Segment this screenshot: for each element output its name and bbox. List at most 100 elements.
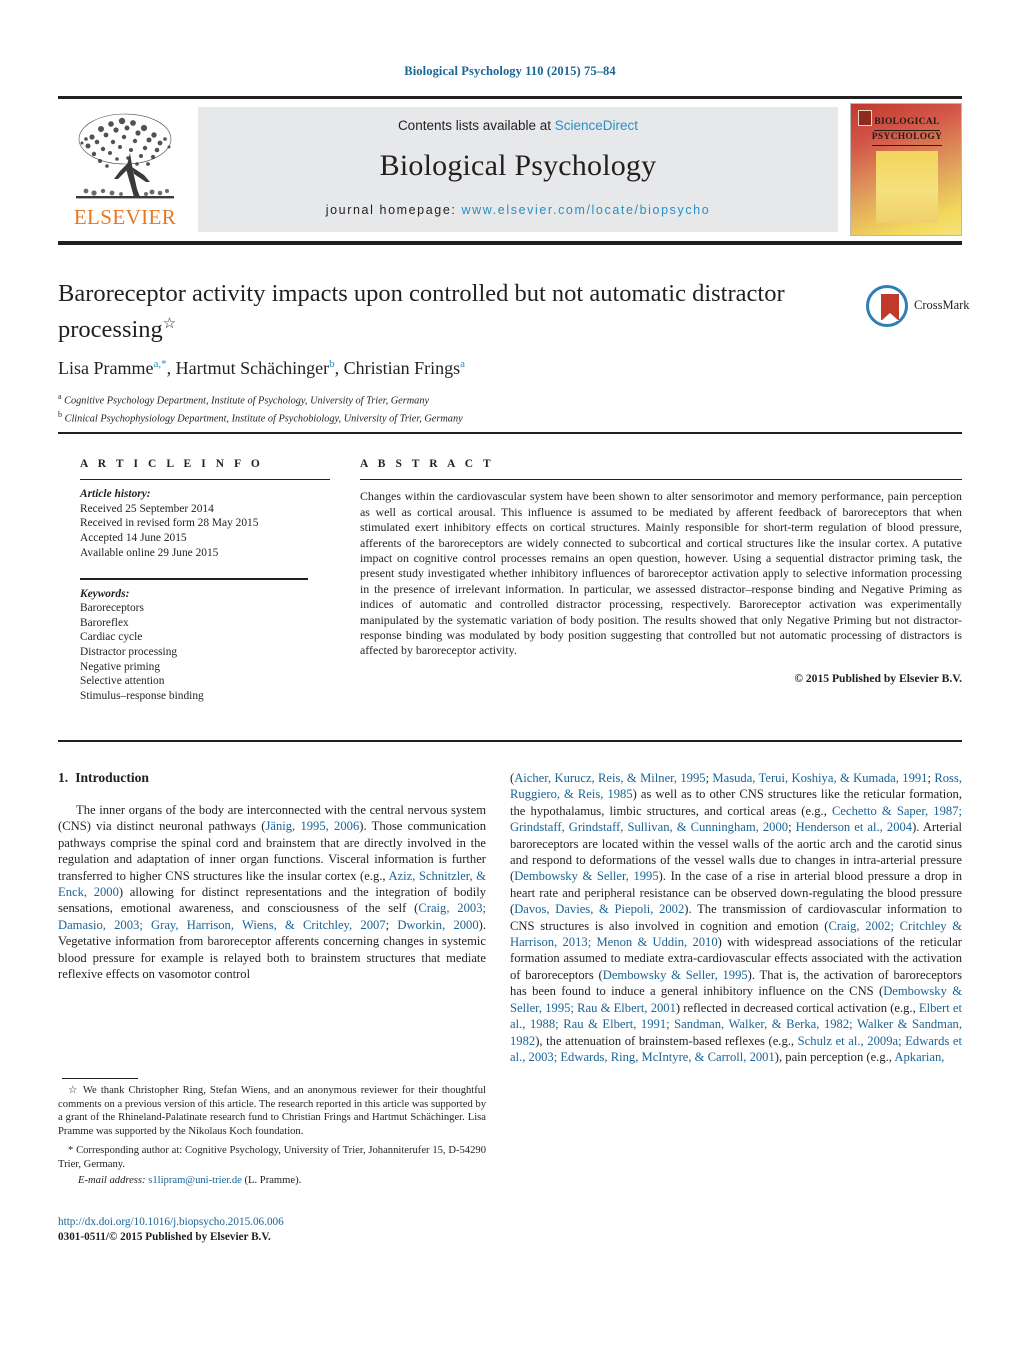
body-text: ; [788,820,796,835]
citation-link[interactable]: Dworkin, 2000 [397,918,478,932]
crossmark-label: CrossMark [914,298,970,312]
citation-link[interactable]: Aicher, Kurucz, Reis, & Milner, 1995 [514,771,705,785]
running-head: Biological Psychology 110 (2015) 75–84 [404,64,616,78]
keyword-1: Baroreflex [80,616,129,629]
history-item-1: Received in revised form 28 May 2015 [80,517,259,530]
article-info-heading: A R T I C L E I N F O [80,458,264,470]
article-title-text: Baroreceptor activity impacts upon contr… [58,280,785,344]
keywords-group: Keywords: Baroreceptors Baroreflex Cardi… [80,587,330,704]
crossmark-icon [866,285,908,327]
affiliation-b-marker: b [58,410,62,420]
section-heading-introduction: 1. Introduction [58,770,486,786]
footnote-block: ☆ We thank Christopher Ring, Stefan Wien… [58,1084,486,1187]
body-column-right: (Aicher, Kurucz, Reis, & Milner, 1995; M… [510,770,962,1065]
affiliation-b-text: Clinical Psychophysiology Department, In… [64,413,463,425]
intro-paragraph-left: The inner organs of the body are interco… [58,802,486,982]
contents-available-line: Contents lists available at ScienceDirec… [398,118,638,133]
page-title: Baroreceptor activity impacts upon contr… [58,278,848,345]
footnote-corresponding-author: * Corresponding author at: Cognitive Psy… [58,1144,486,1171]
author-list: Lisa Prammea,*, Hartmut Schächingerb, Ch… [58,358,465,379]
keyword-2: Cardiac cycle [80,631,143,644]
affiliation-a: a Cognitive Psychology Department, Insti… [58,390,848,408]
history-item-0: Received 25 September 2014 [80,502,214,515]
issn-copyright-line: 0301-0511/© 2015 Published by Elsevier B… [58,1230,271,1243]
article-info-column: A R T I C L E I N F O Article history: R… [80,458,330,703]
abstract-section-rule [58,740,962,742]
body-text: ) reflected in decreased cortical activa… [675,1000,919,1015]
citation-link[interactable]: Henderson et al., 2004 [796,820,912,834]
history-item-3: Available online 29 June 2015 [80,546,219,559]
paper-page: Biological Psychology 110 (2015) 75–84 E… [0,0,1020,1351]
elsevier-logo: ELSEVIER [66,105,184,235]
article-history-label: Article history: [80,488,151,501]
contents-prefix: Contents lists available at [397,118,555,133]
author-sup-3: a [460,358,465,371]
intro-paragraph-right: (Aicher, Kurucz, Reis, & Milner, 1995; M… [510,770,962,1065]
journal-homepage-line: journal homepage: www.elsevier.com/locat… [326,203,711,217]
elsevier-wordmark: ELSEVIER [73,205,177,229]
affiliation-a-marker: a [58,392,62,402]
journal-title: Biological Psychology [379,149,657,182]
abstract-column: A B S T R A C T Changes within the cardi… [360,458,962,685]
cover-title: BIOLOGICAL PSYCHOLOGY [851,116,961,146]
abstract-copyright: © 2015 Published by Elsevier B.V. [794,671,962,685]
header-rule-bottom [58,241,962,245]
body-text: ; [385,917,398,932]
footnote-acknowledgement-text: We thank Christopher Ring, Stefan Wiens,… [58,1085,486,1137]
keyword-0: Baroreceptors [80,602,144,615]
keyword-5: Selective attention [80,675,165,688]
crossmark-notch-shape [881,313,899,321]
masthead-banner: Contents lists available at ScienceDirec… [198,107,838,232]
citation-link[interactable]: Dembowsky & Seller, 1995 [603,968,748,982]
citation-link[interactable]: Davos, Davies, & Piepoli, 2002 [514,902,684,916]
article-info-underline [80,479,330,481]
history-item-2: Accepted 14 June 2015 [80,532,187,545]
citation-link[interactable]: Apkarian, [894,1050,944,1064]
keywords-divider [80,578,308,580]
title-block: Baroreceptor activity impacts upon contr… [58,278,848,426]
abstract-heading: A B S T R A C T [360,458,495,470]
email-link[interactable]: s1lipram@uni-trier.de [148,1175,242,1186]
abstract-underline [360,479,962,481]
crossmark-badge[interactable]: CrossMark [866,285,970,329]
citation-link[interactable]: Jänig, 1995, 2006 [265,819,359,833]
journal-masthead: ELSEVIER Contents lists available at Sci… [58,103,962,236]
doi-link[interactable]: http://dx.doi.org/10.1016/j.biopsycho.20… [58,1215,486,1230]
footnote-divider [62,1078,138,1080]
cover-title-line2: PSYCHOLOGY [851,131,961,146]
footer-block: http://dx.doi.org/10.1016/j.biopsycho.20… [58,1215,486,1244]
keyword-3: Distractor processing [80,645,178,658]
citation-link[interactable]: Masuda, Terui, Koshiya, & Kumada, 1991 [712,771,927,785]
author-sup-2: b [329,358,335,371]
author-name-2[interactable]: Hartmut Schächinger [176,358,329,378]
footnote-asterisk-marker: * [68,1145,74,1157]
journal-cover-thumbnail: BIOLOGICAL PSYCHOLOGY [850,103,962,236]
email-label: E-mail address: [78,1174,146,1186]
author-name-1[interactable]: Lisa Pramme [58,358,153,378]
citation-link[interactable]: Dembowsky & Seller, 1995 [514,869,658,883]
elsevier-tree-icon [76,113,174,199]
article-history-group: Article history: Received 25 September 2… [80,487,330,560]
email-suffix: (L. Pramme). [244,1174,302,1186]
section-title: Introduction [75,770,149,785]
author-name-3[interactable]: Christian Frings [344,358,461,378]
affiliation-list: a Cognitive Psychology Department, Insti… [58,390,848,426]
cover-inner-panel [876,151,938,223]
keywords-label: Keywords: [80,587,130,600]
abstract-text: Changes within the cardiovascular system… [360,489,962,658]
author-sup-1: a,* [153,358,167,371]
affiliation-b: b Clinical Psychophysiology Department, … [58,408,848,426]
footnote-star-marker: ☆ [68,1085,79,1096]
homepage-prefix: journal homepage: [325,203,462,217]
body-text: ), pain perception (e.g., [774,1049,895,1064]
body-text: ), the attenuation of brainstem-based re… [535,1033,798,1048]
keyword-6: Stimulus–response binding [80,689,204,702]
header-rule-top [58,96,962,99]
sciencedirect-link[interactable]: ScienceDirect [555,118,638,133]
footnote-email-line: E-mail address: s1lipram@uni-trier.de (L… [58,1174,486,1188]
journal-homepage-link[interactable]: www.elsevier.com/locate/biopsycho [462,203,711,217]
footnote-corresponding-text: Corresponding author at: Cognitive Psych… [58,1145,486,1170]
body-column-left: 1. Introduction The inner organs of the b… [58,770,486,982]
cover-title-line1: BIOLOGICAL [851,116,961,131]
keyword-4: Negative priming [80,660,161,673]
